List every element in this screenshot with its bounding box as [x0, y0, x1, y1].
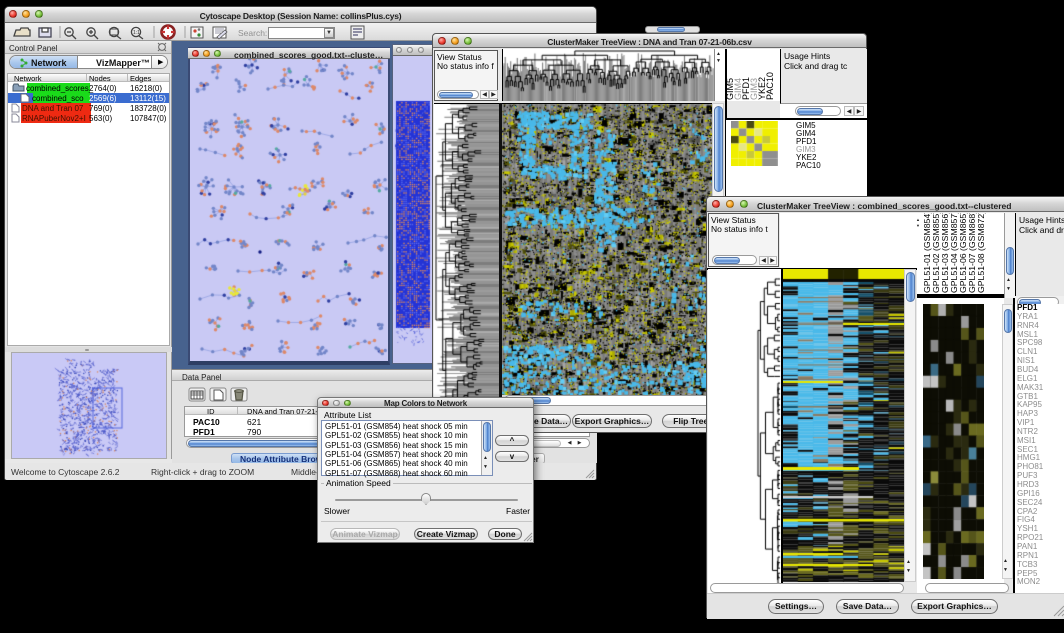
svg-text:1:1: 1:1 — [133, 30, 140, 36]
